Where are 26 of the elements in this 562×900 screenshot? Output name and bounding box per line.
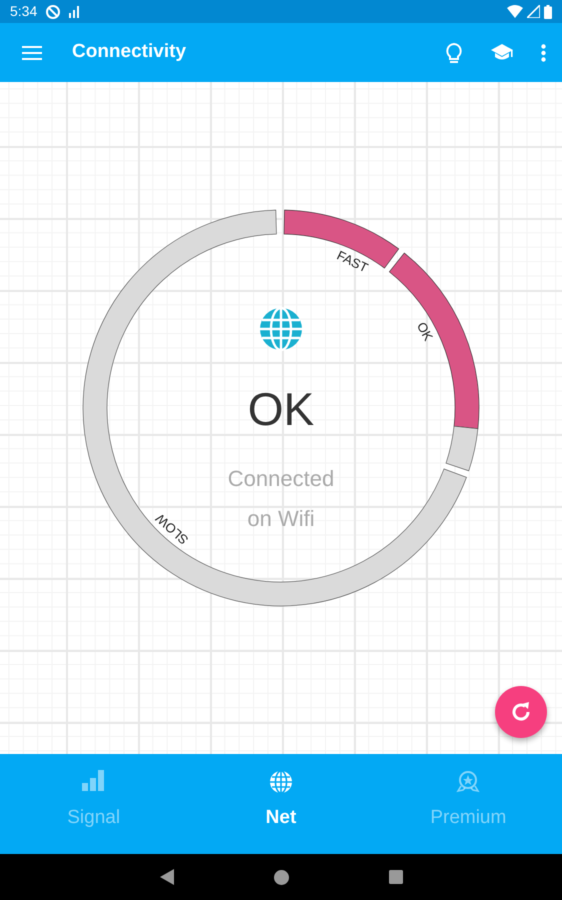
cell-signal-icon: [527, 5, 540, 18]
refresh-button[interactable]: [495, 686, 547, 738]
nav-tab[interactable]: Net: [187, 754, 375, 854]
award-ribbon-icon: [456, 770, 480, 794]
more-options-icon[interactable]: [541, 44, 546, 62]
globe-icon: [260, 306, 302, 352]
app-title: Connectivity: [72, 40, 186, 64]
back-icon[interactable]: [160, 869, 174, 885]
lightbulb-icon[interactable]: [445, 42, 463, 64]
status-time: 5:34: [10, 2, 38, 21]
home-icon[interactable]: [274, 870, 288, 884]
menu-icon[interactable]: [22, 46, 42, 60]
signal-bars-icon: [82, 770, 106, 794]
graduation-cap-icon[interactable]: [491, 44, 513, 61]
recents-icon[interactable]: [388, 870, 402, 884]
globe-icon: [268, 770, 293, 794]
gauge-label: FAST: [334, 248, 370, 276]
wifi-icon: [507, 5, 523, 18]
caption-text: Connected: [228, 466, 334, 491]
caption-text: on Wifi: [247, 506, 315, 531]
nav-tab[interactable]: Signal: [0, 754, 188, 854]
signal-icon: [69, 6, 80, 18]
nav-tab[interactable]: Premium: [374, 754, 562, 854]
gauge-label: OK: [414, 320, 436, 344]
battery-icon: [544, 4, 552, 18]
status-text: OK: [248, 383, 314, 435]
